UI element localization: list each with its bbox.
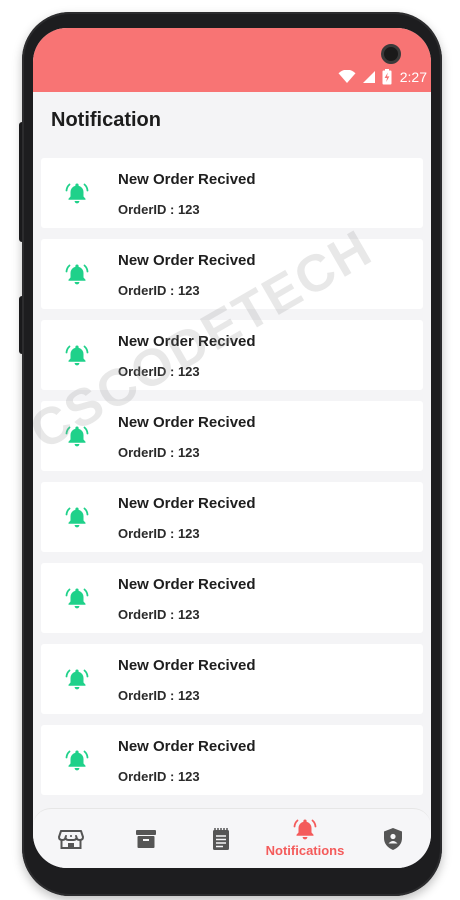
notification-card[interactable]: New Order Recived OrderID : 123 (41, 725, 423, 795)
notification-title: New Order Recived (118, 252, 256, 269)
bottom-navigation: Notifications (33, 808, 431, 868)
bell-icon (65, 264, 89, 285)
notification-card[interactable]: New Order Recived OrderID : 123 (41, 239, 423, 309)
front-camera (381, 44, 401, 64)
notification-order-id: OrderID : 123 (118, 283, 200, 298)
status-time: 2:27 (399, 69, 427, 85)
notification-order-id: OrderID : 123 (118, 607, 200, 622)
bell-icon (65, 588, 89, 609)
notification-list[interactable]: New Order Recived OrderID : 123 New Orde… (33, 155, 431, 805)
phone-screen: 2:27 Notification New Order Recived Orde… (33, 28, 431, 868)
status-bar: 2:27 (33, 28, 431, 92)
notepad-icon[interactable] (207, 825, 235, 853)
notification-title: New Order Recived (118, 333, 256, 350)
notification-order-id: OrderID : 123 (118, 526, 200, 541)
notification-order-id: OrderID : 123 (118, 364, 200, 379)
notification-title: New Order Recived (118, 495, 256, 512)
app-header: Notification (33, 92, 431, 154)
bell-icon (65, 183, 89, 204)
notification-title: New Order Recived (118, 738, 256, 755)
bell-icon (65, 507, 89, 528)
notification-order-id: OrderID : 123 (118, 202, 200, 217)
notification-card[interactable]: New Order Recived OrderID : 123 (41, 320, 423, 390)
notification-order-id: OrderID : 123 (118, 769, 200, 784)
status-icons: 2:27 (338, 68, 427, 86)
bell-icon (65, 426, 89, 447)
notification-card[interactable]: New Order Recived OrderID : 123 (41, 644, 423, 714)
bell-icon (65, 345, 89, 366)
notification-card[interactable]: New Order Recived OrderID : 123 (41, 401, 423, 471)
battery-charging-icon (382, 69, 392, 85)
bell-icon (65, 669, 89, 690)
archive-box-icon[interactable] (132, 825, 160, 853)
store-icon[interactable] (57, 825, 85, 853)
notification-title: New Order Recived (118, 576, 256, 593)
bell-icon (293, 819, 317, 840)
notification-title: New Order Recived (118, 171, 256, 188)
notification-card[interactable]: New Order Recived OrderID : 123 (41, 158, 423, 228)
notification-title: New Order Recived (118, 414, 256, 431)
notification-title: New Order Recived (118, 657, 256, 674)
signal-icon (362, 71, 375, 83)
notification-order-id: OrderID : 123 (118, 688, 200, 703)
nav-notifications-label: Notifications (265, 843, 345, 858)
bell-icon (65, 750, 89, 771)
nav-notifications[interactable]: Notifications (255, 817, 355, 863)
wifi-icon (338, 70, 356, 83)
shield-user-icon[interactable] (379, 825, 407, 853)
notification-card[interactable]: New Order Recived OrderID : 123 (41, 482, 423, 552)
notification-order-id: OrderID : 123 (118, 445, 200, 460)
notification-card[interactable]: New Order Recived OrderID : 123 (41, 563, 423, 633)
page-title: Notification (51, 109, 161, 131)
